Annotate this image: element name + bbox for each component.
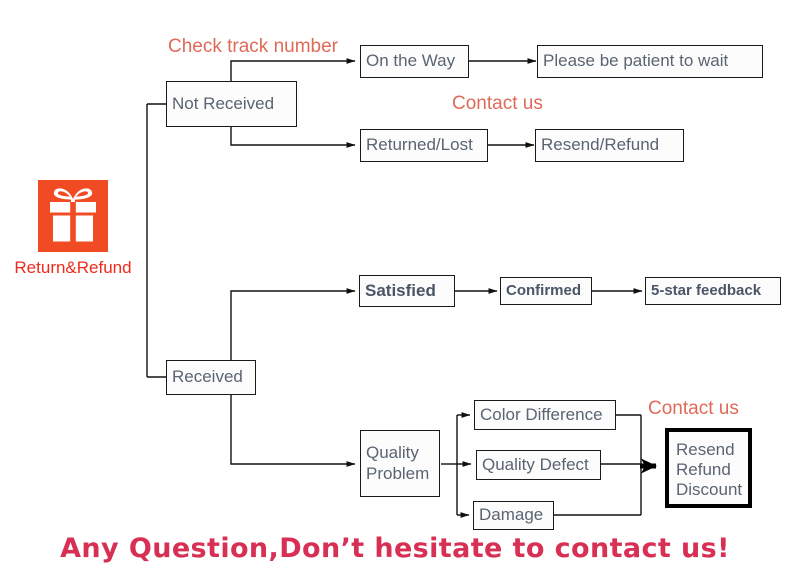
footer-message: Any Question,Don’t hesitate to contact u… [60, 533, 730, 564]
node-quality-problem[interactable]: Quality Problem [360, 430, 440, 497]
node-resend-refund-discount[interactable]: Resend Refund Discount [665, 428, 752, 508]
gift-box-glyph [50, 188, 96, 242]
node-on-the-way[interactable]: On the Way [360, 45, 469, 78]
node-damage[interactable]: Damage [473, 501, 554, 530]
outcome-line-2: Refund [676, 459, 731, 479]
node-please-be-patient[interactable]: Please be patient to wait [537, 45, 763, 78]
node-resend-refund[interactable]: Resend/Refund [535, 129, 684, 162]
node-not-received[interactable]: Not Received [166, 81, 297, 127]
annotation-contact-us-top: Contact us [452, 93, 543, 114]
flowchart-canvas: Return&Refund Check track number Contact… [0, 0, 790, 582]
root-label: Return&Refund [14, 258, 132, 277]
node-quality-defect[interactable]: Quality Defect [476, 450, 601, 480]
quality-problem-line-1: Quality [366, 443, 419, 463]
outcome-line-1: Resend [676, 439, 735, 459]
node-received[interactable]: Received [166, 360, 256, 395]
node-confirmed[interactable]: Confirmed [500, 277, 592, 305]
gift-box-icon [38, 180, 108, 252]
annotation-check-track-number: Check track number [168, 36, 339, 57]
node-5-star-feedback[interactable]: 5-star feedback [645, 277, 781, 305]
node-satisfied[interactable]: Satisfied [359, 275, 455, 307]
node-color-difference[interactable]: Color Difference [474, 400, 616, 430]
quality-problem-line-2: Problem [366, 463, 430, 483]
annotation-contact-us-bottom: Contact us [648, 398, 739, 419]
node-returned-lost[interactable]: Returned/Lost [360, 129, 488, 162]
outcome-line-3: Discount [676, 480, 743, 500]
